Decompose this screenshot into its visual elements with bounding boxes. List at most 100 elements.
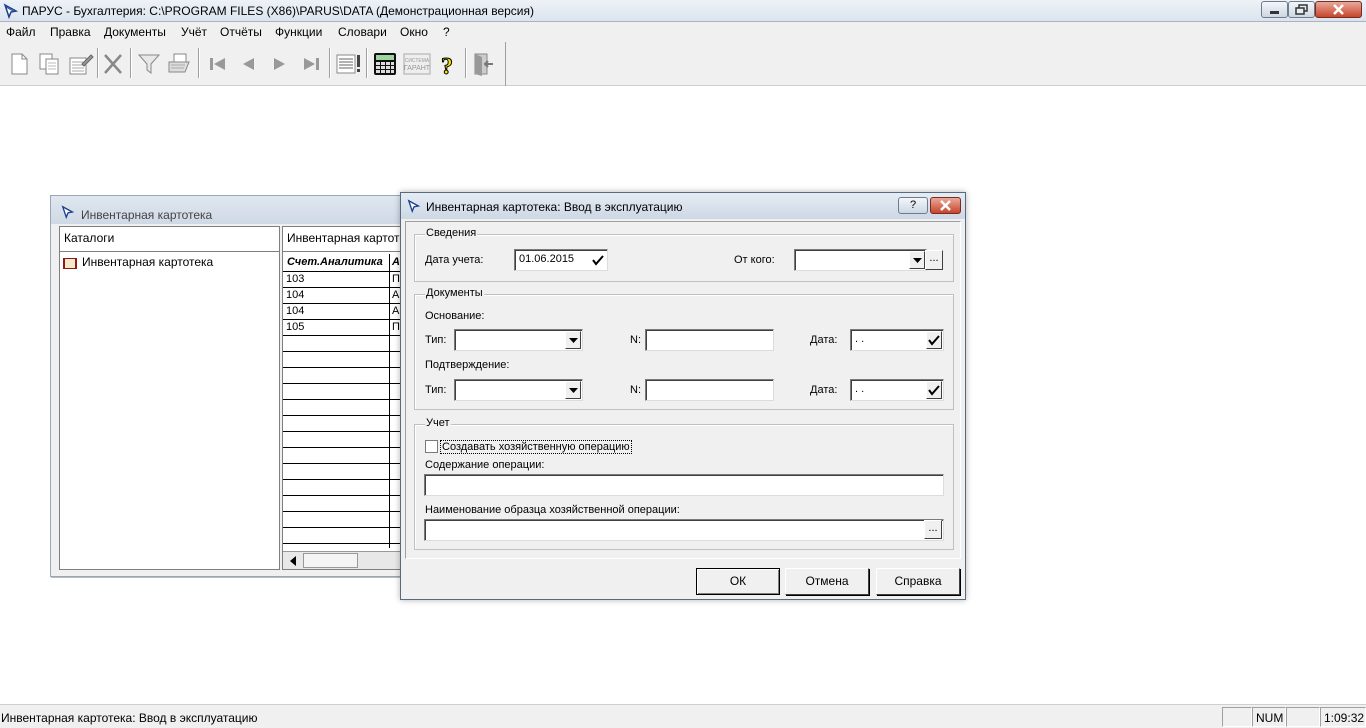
table-row-empty[interactable] (283, 464, 406, 480)
scrollbar-thumb[interactable] (303, 553, 358, 568)
svg-text:СИСТЕМА: СИСТЕМА (405, 58, 430, 64)
inventory-window-title: Инвентарная картотека (81, 208, 213, 222)
checkmark-icon (592, 255, 604, 266)
filter-button[interactable] (134, 47, 164, 79)
close-button[interactable] (1315, 1, 1362, 18)
table-row[interactable]: 104 А (283, 288, 406, 304)
create-operation-label[interactable]: Создавать хозяйственную операцию (440, 440, 632, 454)
confirmation-date-button[interactable] (926, 381, 942, 399)
table-row-empty[interactable] (283, 336, 406, 352)
copy-document-button[interactable] (34, 47, 64, 79)
cancel-button[interactable]: Отмена (785, 568, 869, 595)
group-documents-label: Документы (425, 287, 484, 299)
app-icon (3, 3, 19, 19)
confirmation-type-dropdown-button[interactable] (565, 381, 581, 399)
minimize-button[interactable] (1261, 1, 1288, 18)
delete-button[interactable] (98, 47, 128, 79)
exit-button[interactable] (468, 47, 498, 79)
print-button[interactable] (164, 47, 194, 79)
basis-number-label: N: (630, 334, 641, 346)
menu-reports[interactable]: Отчёты (220, 25, 262, 39)
table-cell: А (392, 305, 400, 317)
menu-accounting[interactable]: Учёт (181, 25, 207, 39)
copy-document-icon (39, 53, 59, 75)
dialog-titlebar[interactable]: Инвентарная картотека: Ввод в эксплуатац… (401, 193, 965, 219)
table-row-empty[interactable] (283, 400, 406, 416)
confirmation-type-select[interactable] (454, 379, 583, 401)
help-button[interactable]: ? (432, 47, 462, 79)
table-row-empty[interactable] (283, 352, 406, 368)
catalog-item[interactable]: Инвентарная картотека (62, 255, 213, 270)
horizontal-scrollbar[interactable] (283, 551, 406, 569)
dialog-help-text-button[interactable]: Справка (876, 568, 960, 595)
accounting-date-value: 01.06.2015 (519, 253, 575, 265)
basis-number-input[interactable] (645, 329, 774, 351)
previous-record-button[interactable] (233, 47, 263, 79)
menu-documents[interactable]: Документы (104, 25, 166, 39)
table-row[interactable]: 104 А (283, 304, 406, 320)
table-row-empty[interactable] (283, 416, 406, 432)
toolbar-separator (130, 48, 132, 78)
from-whom-dropdown-button[interactable] (909, 251, 925, 269)
table-row[interactable]: 103 П (283, 272, 406, 288)
filter-icon (137, 54, 161, 74)
first-record-button[interactable] (202, 47, 232, 79)
create-operation-checkbox[interactable] (425, 440, 438, 453)
inventory-window-titlebar[interactable]: Инвентарная картотека (51, 196, 409, 224)
menu-dictionaries[interactable]: Словари (338, 25, 387, 39)
accounting-date-field[interactable]: 01.06.2015 (514, 249, 608, 271)
confirmation-date-field[interactable]: . . (850, 379, 944, 401)
menu-help[interactable]: ? (443, 25, 450, 39)
new-document-button[interactable] (4, 47, 34, 79)
edit-document-button[interactable] (65, 47, 95, 79)
table-row-empty[interactable] (283, 368, 406, 384)
menu-edit[interactable]: Правка (50, 25, 91, 39)
toolbar: СИСТЕМА ГАРАНТ ? (0, 42, 1366, 86)
table-row-empty[interactable] (283, 448, 406, 464)
operation-content-input[interactable] (424, 474, 944, 496)
toolbar-separator (329, 48, 331, 78)
operation-template-label: Наименование образца хозяйственной опера… (425, 504, 680, 516)
from-whom-select[interactable] (794, 249, 927, 271)
from-whom-browse-button[interactable]: ... (925, 250, 943, 270)
next-record-button[interactable] (264, 47, 294, 79)
dialog-close-button[interactable] (930, 197, 961, 214)
close-icon (940, 200, 951, 211)
restore-button[interactable] (1288, 1, 1315, 18)
help-icon: ? (441, 54, 454, 79)
table-row[interactable]: 105 П (283, 320, 406, 336)
operation-template-browse-button[interactable]: ... (924, 520, 942, 539)
basis-type-select[interactable] (454, 329, 583, 351)
table-row-empty[interactable] (283, 496, 406, 512)
basis-date-button[interactable] (926, 331, 942, 349)
table-row-empty[interactable] (283, 432, 406, 448)
column-header-account[interactable]: Счет.Аналитика (287, 256, 383, 268)
basis-type-dropdown-button[interactable] (565, 331, 581, 349)
restore-icon (1295, 4, 1308, 15)
basis-date-field[interactable]: . . (850, 329, 944, 351)
table-cell: А (392, 289, 400, 301)
table-cell: П (392, 273, 400, 285)
table-row-empty[interactable] (283, 480, 406, 496)
menu-functions[interactable]: Функции (275, 25, 322, 39)
menu-window[interactable]: Окно (400, 25, 428, 39)
operation-template-input[interactable]: ... (424, 519, 944, 541)
table-cell: 103 (286, 273, 305, 285)
chevron-down-icon (569, 338, 578, 343)
minimize-icon (1270, 11, 1279, 14)
table-row-empty[interactable] (283, 384, 406, 400)
group-accounting-label: Учет (425, 417, 451, 429)
exit-icon (474, 53, 493, 76)
table-row-empty[interactable] (283, 528, 406, 544)
garant-system-button[interactable]: СИСТЕМА ГАРАНТ (400, 47, 431, 79)
menu-file[interactable]: Файл (6, 25, 36, 39)
calculator-button[interactable] (369, 47, 399, 79)
last-record-button[interactable] (296, 47, 326, 79)
menu-bar: Файл Правка Документы Учёт Отчёты Функци… (0, 22, 1366, 42)
table-row-empty[interactable] (283, 512, 406, 528)
dialog-help-button[interactable]: ? (898, 197, 928, 214)
multi-edit-button[interactable] (333, 47, 363, 79)
ok-button[interactable]: ОК (696, 568, 780, 595)
confirmation-number-input[interactable] (645, 379, 774, 401)
column-header-second[interactable]: А (392, 256, 400, 268)
